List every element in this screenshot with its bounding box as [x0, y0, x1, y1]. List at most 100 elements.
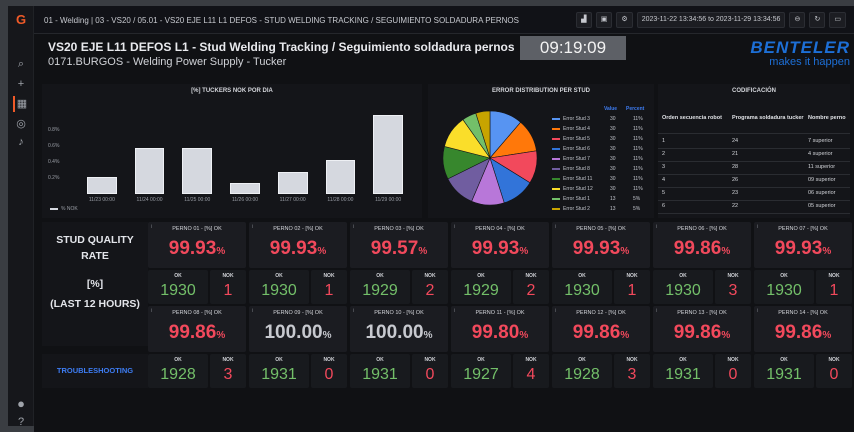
perno-card[interactable]: i PERNO 01 - [%] OK 99.93% — [148, 222, 246, 268]
tv-mode-icon[interactable]: ▭ — [829, 12, 846, 28]
perno-card[interactable]: i PERNO 03 - [%] OK 99.57% — [350, 222, 448, 268]
legend-value: 30 — [610, 156, 616, 162]
alert-bell-icon[interactable]: ♪ — [13, 134, 29, 150]
ok-count: 1930 — [766, 282, 802, 299]
percent-unit: % — [620, 246, 630, 257]
perno-card[interactable]: i PERNO 09 - [%] OK 100.00% — [249, 306, 347, 352]
ok-count: 1930 — [160, 282, 196, 299]
table-cell: 23 — [732, 190, 739, 196]
ok-label: OK — [275, 357, 283, 363]
percent-unit: % — [822, 330, 832, 341]
ok-label: OK — [275, 273, 283, 279]
nok-count: 1 — [324, 282, 334, 299]
table-cell: 06 superior — [808, 190, 836, 196]
perno-percent-value: 99.86 — [673, 322, 722, 343]
perno-title: PERNO 14 - [%] OK — [778, 310, 828, 316]
nok-count-card: NOK 3 — [715, 270, 751, 304]
percent-unit: % — [519, 246, 529, 257]
search-icon[interactable]: ⌕ — [13, 56, 29, 72]
perno-percent-value: 99.93 — [774, 238, 823, 259]
perno-percent: 99.86% — [148, 322, 246, 344]
table-divider — [658, 213, 850, 214]
ok-count: 1931 — [261, 366, 297, 383]
perno-card[interactable]: i PERNO 02 - [%] OK 99.93% — [249, 222, 347, 268]
legend-percent: 11% — [633, 146, 643, 152]
plus-icon[interactable]: + — [13, 76, 29, 92]
ok-label: OK — [376, 273, 384, 279]
ok-count-card: OK 1928 — [552, 354, 612, 388]
refresh-icon[interactable]: ↻ — [809, 12, 826, 28]
troubleshooting-link[interactable]: TROUBLESHOOTING — [42, 354, 148, 388]
ok-count: 1928 — [160, 366, 196, 383]
explore-icon[interactable]: ◎ — [13, 116, 29, 132]
table-divider — [658, 161, 850, 162]
ok-label: OK — [174, 357, 182, 363]
perno-card[interactable]: i PERNO 13 - [%] OK 99.86% — [653, 306, 751, 352]
graph-icon[interactable]: ▟ — [575, 12, 592, 28]
perno-card[interactable]: i PERNO 07 - [%] OK 99.93% — [754, 222, 852, 268]
percent-unit: % — [721, 330, 731, 341]
nok-count: 3 — [223, 366, 233, 383]
avatar[interactable]: ● — [13, 396, 29, 412]
nok-count-card: NOK 0 — [311, 354, 347, 388]
nok-label: NOK — [626, 357, 638, 363]
help-icon[interactable]: ? — [13, 414, 29, 430]
table-cell: 7 superior — [808, 138, 833, 144]
brand-tagline: makes it happen — [769, 56, 850, 68]
perno-card[interactable]: i PERNO 12 - [%] OK 99.86% — [552, 306, 650, 352]
table-cell: 11 superior — [808, 164, 836, 170]
grafana-logo-icon[interactable]: G — [13, 12, 29, 28]
legend-swatch — [552, 147, 560, 150]
save-icon[interactable]: ▣ — [595, 12, 613, 28]
perno-card[interactable]: i PERNO 10 - [%] OK 100.00% — [350, 306, 448, 352]
legend-label: Error Stud 11 — [563, 176, 593, 182]
legend-item: Error Stud 8 — [552, 166, 590, 172]
perno-card[interactable]: i PERNO 08 - [%] OK 99.86% — [148, 306, 246, 352]
nok-label: NOK — [828, 357, 840, 363]
breadcrumb[interactable]: 01 - Welding | 03 - VS20 / 05.01 - VS20 … — [44, 16, 519, 25]
legend-item: Error Stud 4 — [552, 126, 590, 132]
nok-label: NOK — [323, 357, 335, 363]
percent-unit: % — [822, 246, 832, 257]
perno-card[interactable]: i PERNO 05 - [%] OK 99.93% — [552, 222, 650, 268]
nok-label: NOK — [626, 273, 638, 279]
quality-line4: (LAST 12 HOURS) — [50, 298, 140, 310]
legend-item: Error Stud 12 — [552, 186, 593, 192]
legend-header: Percent — [626, 106, 645, 112]
legend-item: Error Stud 11 — [552, 176, 592, 182]
time-range-picker[interactable]: 2023-11-22 13:34:56 to 2023-11-29 13:34:… — [636, 12, 786, 28]
ok-label: OK — [477, 273, 485, 279]
nok-label: NOK — [424, 273, 436, 279]
legend-percent: 5% — [633, 196, 641, 202]
perno-card[interactable]: i PERNO 04 - [%] OK 99.93% — [451, 222, 549, 268]
bar-chart-title: [%] TUCKERS NOK POR DIA — [191, 88, 273, 94]
ok-count: 1929 — [463, 282, 499, 299]
perno-percent: 99.57% — [350, 238, 448, 260]
perno-percent: 99.86% — [754, 322, 852, 344]
perno-title: PERNO 08 - [%] OK — [172, 310, 222, 316]
legend-item: Error Stud 5 — [552, 136, 590, 142]
page-title: VS20 EJE L11 DEFOS L1 - Stud Welding Tra… — [48, 40, 515, 54]
perno-card[interactable]: i PERNO 11 - [%] OK 99.80% — [451, 306, 549, 352]
legend-label: Error Stud 3 — [563, 116, 590, 122]
table-cell: 1 — [662, 138, 666, 144]
legend-percent: 11% — [633, 136, 643, 142]
dashboards-icon[interactable]: ▦ — [13, 96, 29, 112]
table-header: Programa soldadura tucker — [732, 115, 804, 121]
settings-icon[interactable]: ⚙ — [616, 12, 633, 28]
legend-label: Error Stud 7 — [563, 156, 590, 162]
perno-card[interactable]: i PERNO 14 - [%] OK 99.86% — [754, 306, 852, 352]
legend-percent: 5% — [633, 206, 641, 212]
percent-unit: % — [620, 330, 630, 341]
legend-label: % NOK — [61, 206, 78, 212]
table-cell: 24 — [732, 138, 739, 144]
zoom-out-icon[interactable]: ⊖ — [789, 12, 806, 28]
nok-count-card: NOK 2 — [412, 270, 448, 304]
table-cell: 21 — [732, 151, 739, 157]
perno-percent: 99.93% — [148, 238, 246, 260]
perno-card[interactable]: i PERNO 06 - [%] OK 99.86% — [653, 222, 751, 268]
table-divider — [658, 187, 850, 188]
percent-unit: % — [216, 330, 226, 341]
brand-logo: BENTELER makes it happen — [724, 38, 850, 72]
perno-title: PERNO 11 - [%] OK — [475, 310, 525, 316]
